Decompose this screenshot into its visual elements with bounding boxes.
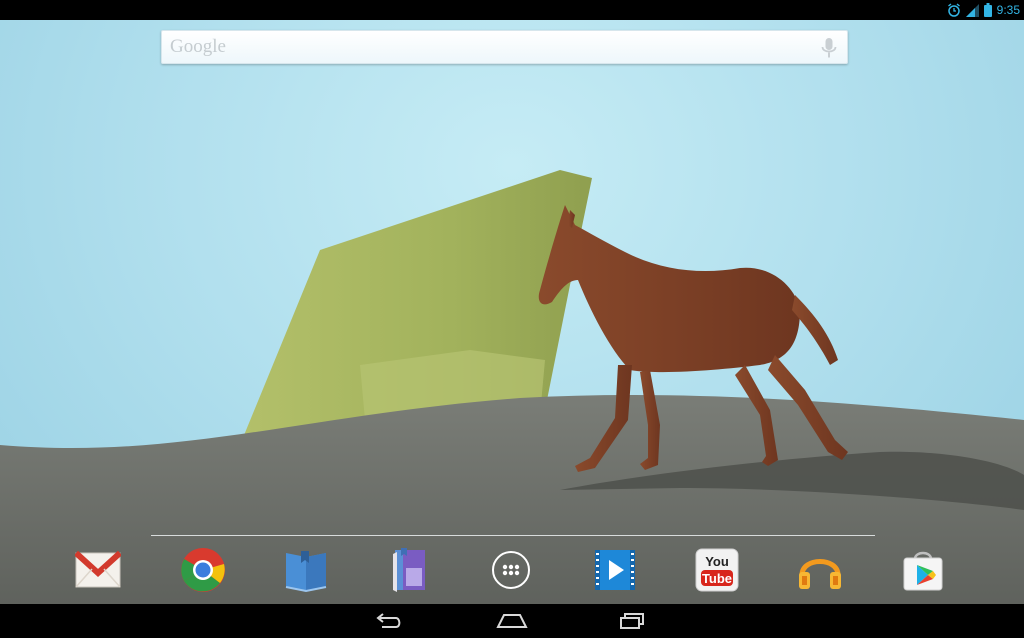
play-music-icon [799,559,841,589]
play-magazines-app[interactable] [381,542,437,598]
mic-icon[interactable] [819,37,839,59]
all-apps-icon [492,551,530,589]
status-time: 9:35 [996,3,1020,17]
play-books-icon [285,551,327,593]
gmail-icon [75,550,121,588]
recents-button[interactable] [612,609,652,633]
play-magazines-icon [393,548,425,592]
back-button[interactable] [369,609,409,633]
dock-divider [151,535,875,536]
youtube-icon: You Tube [695,548,739,592]
chrome-app[interactable] [175,542,231,598]
home-icon [496,614,528,628]
battery-icon [983,3,992,17]
status-bar: 9:35 [0,0,1024,20]
youtube-app[interactable]: You Tube [689,542,745,598]
all-apps-button[interactable] [483,542,539,598]
play-music-app[interactable] [792,542,848,598]
svg-text:Tube: Tube [702,571,732,586]
favorites-dock: You Tube [0,542,1024,602]
svg-text:You: You [705,554,729,569]
play-movies-icon [595,550,635,590]
live-wallpaper[interactable] [0,20,1024,604]
back-icon [376,613,401,628]
search-label: Google [170,36,226,57]
recents-icon [620,613,644,629]
play-movies-app[interactable] [587,542,643,598]
status-icons: 9:35 [947,0,1020,20]
navigation-bar [0,604,1024,638]
alarm-icon [947,3,960,17]
google-search-bar[interactable]: Google [161,30,848,64]
wallpaper-scene [0,170,1024,604]
home-button[interactable] [492,609,532,633]
play-store-icon [903,551,943,591]
signal-icon [965,3,979,17]
gmail-app[interactable] [70,542,126,598]
play-books-app[interactable] [278,542,334,598]
play-store-app[interactable] [895,542,951,598]
chrome-icon [181,548,225,592]
